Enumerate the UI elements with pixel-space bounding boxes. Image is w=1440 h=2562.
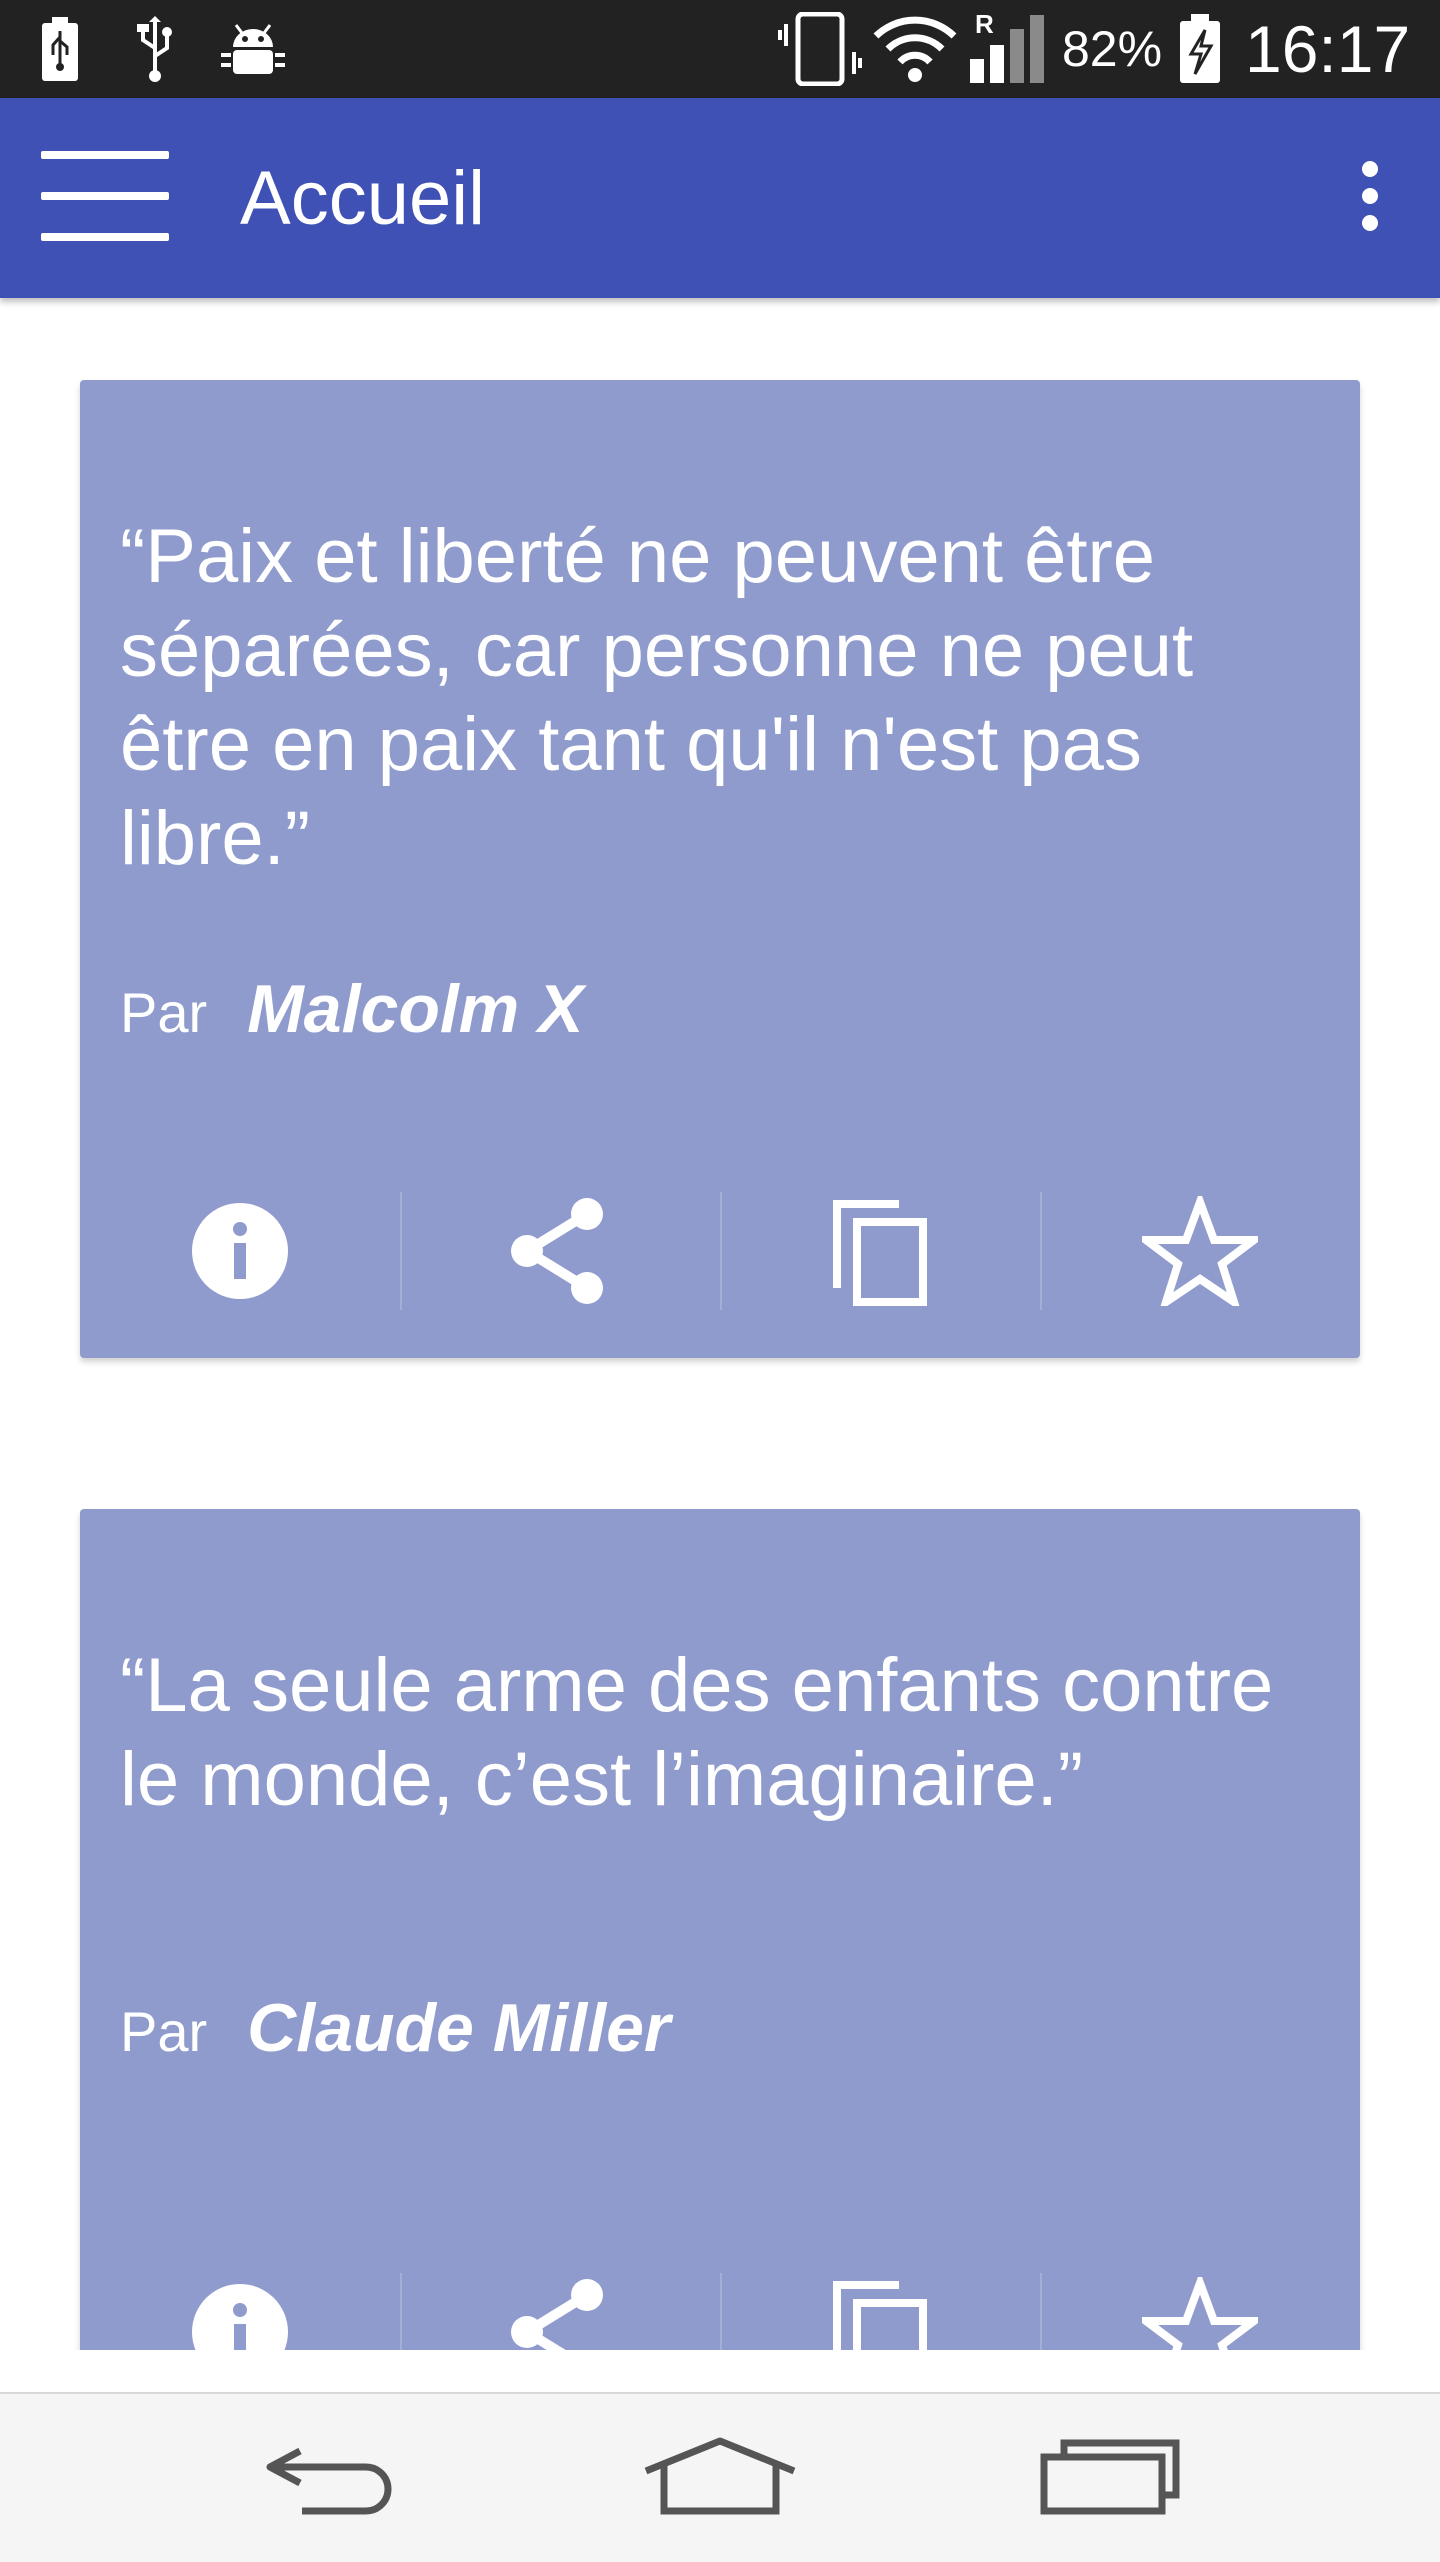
home-icon [642, 2437, 798, 2522]
wifi-icon [870, 0, 960, 98]
back-icon [260, 2437, 400, 2522]
recent-apps-button[interactable] [1010, 2414, 1210, 2544]
vibrate-icon [775, 0, 865, 98]
copy-icon [825, 2277, 935, 2350]
card-actions [80, 1188, 1360, 1318]
quote-text: “Paix et liberté ne peuvent être séparée… [120, 514, 1194, 881]
recent-apps-icon [1040, 2439, 1180, 2520]
clock: 16:17 [1245, 12, 1411, 86]
share-button[interactable] [400, 1188, 720, 1318]
quote-card: “Paix et liberté ne peuvent être séparée… [80, 380, 1360, 1358]
author-line: Par Claude Miller [120, 1989, 670, 2067]
author-line: Par Malcolm X [120, 970, 583, 1048]
usb-icon [125, 0, 185, 98]
card-actions [80, 2269, 1360, 2350]
author-name: Malcolm X [247, 971, 584, 1047]
share-button[interactable] [400, 2269, 720, 2350]
page-title: Accueil [240, 155, 485, 241]
battery-saver-icon [30, 0, 90, 98]
star-icon [1134, 2270, 1266, 2350]
info-icon [190, 1201, 290, 1306]
info-icon [190, 2282, 290, 2350]
share-icon [505, 1196, 615, 1311]
quote-card: “La seule arme des enfants contre le mon… [80, 1509, 1360, 2350]
android-debug-icon [215, 0, 290, 98]
copy-button[interactable] [720, 2269, 1040, 2350]
menu-button[interactable] [30, 148, 180, 248]
app-bar: Accueil [0, 98, 1440, 298]
status-bar: R 82% 16:17 [0, 0, 1440, 98]
author-prefix: Par [120, 2000, 208, 2063]
info-button[interactable] [80, 2269, 400, 2350]
more-vert-icon [1360, 160, 1380, 236]
copy-button[interactable] [720, 1188, 1040, 1318]
overflow-menu-button[interactable] [1320, 148, 1420, 248]
battery-charging-icon [1170, 0, 1230, 98]
navigation-bar [0, 2392, 1440, 2562]
hamburger-menu-icon [41, 150, 169, 246]
home-button[interactable] [620, 2414, 820, 2544]
battery-percent: 82% [1062, 21, 1163, 77]
share-icon [505, 2277, 615, 2350]
star-icon [1134, 1189, 1266, 1312]
quote-text: “La seule arme des enfants contre le mon… [120, 1643, 1274, 1822]
quote-list[interactable]: “Paix et liberté ne peuvent être séparée… [0, 298, 1440, 2350]
info-button[interactable] [80, 1188, 400, 1318]
cell-signal-icon [965, 0, 1050, 98]
back-button[interactable] [230, 2414, 430, 2544]
copy-icon [825, 1196, 935, 1311]
favorite-button[interactable] [1040, 2269, 1360, 2350]
author-prefix: Par [120, 981, 208, 1044]
author-name: Claude Miller [247, 1990, 671, 2066]
favorite-button[interactable] [1040, 1188, 1360, 1318]
